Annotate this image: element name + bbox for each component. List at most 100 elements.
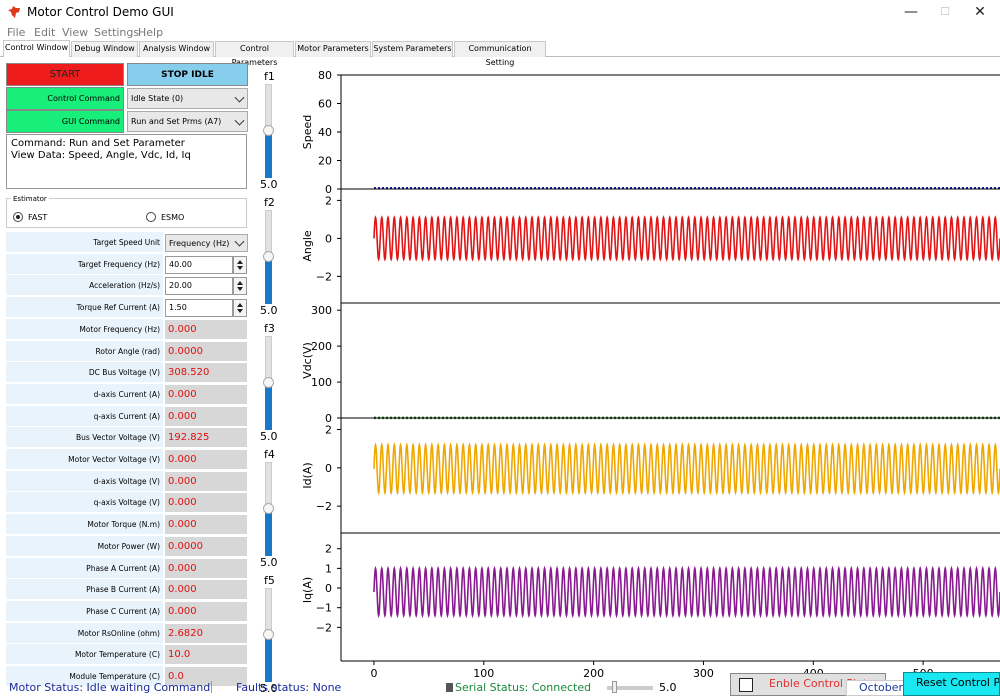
- stop-idle-button[interactable]: STOP IDLE: [127, 63, 248, 86]
- param-readout: 2.6820: [165, 623, 247, 643]
- close-button[interactable]: ✕: [957, 2, 1000, 24]
- param-row: Motor RsOnline (ohm) 2.6820: [6, 622, 248, 644]
- menu-view[interactable]: View: [62, 26, 88, 39]
- param-label: Target Speed Unit: [6, 232, 163, 253]
- param-label: d-axis Voltage (V): [6, 470, 163, 492]
- param-label: d-axis Current (A): [6, 383, 163, 405]
- spin-down-icon[interactable]: [237, 287, 243, 292]
- slider-fill: [265, 131, 272, 178]
- reset-control-plot-button[interactable]: Reset Control Plot: [903, 672, 1000, 696]
- estimator-radio-esmo[interactable]: ESMO: [146, 212, 184, 222]
- tab-control-parameters[interactable]: Control Parameters: [215, 41, 294, 67]
- tab-communication-setting[interactable]: Communication Setting: [454, 41, 546, 67]
- chevron-down-icon: [234, 92, 245, 103]
- checkbox-icon[interactable]: [739, 678, 753, 692]
- slider-thumb[interactable]: [263, 629, 274, 640]
- y-tick-label: −2: [316, 500, 332, 513]
- control-command-button[interactable]: Control Command: [6, 87, 124, 110]
- param-row: Motor Torque (N.m) 0.000: [6, 514, 248, 536]
- spin-buttons[interactable]: [233, 255, 247, 274]
- slider-label: f4: [264, 448, 275, 461]
- menu-settings[interactable]: Settings: [94, 26, 139, 39]
- param-spin-input[interactable]: 1.50: [165, 299, 233, 318]
- param-readout: 192.825: [165, 428, 247, 448]
- param-readout: 308.520: [165, 363, 247, 383]
- param-label: Motor Temperature (C): [6, 644, 163, 666]
- param-readout: 0.000: [165, 406, 247, 426]
- slider-thumb[interactable]: [263, 377, 274, 388]
- y-tick-label: 0: [325, 232, 332, 245]
- y-tick-label: 2: [325, 194, 332, 207]
- param-row: Bus Vector Voltage (V) 192.825: [6, 427, 248, 449]
- param-label: Motor Torque (N.m): [6, 514, 163, 536]
- spin-buttons[interactable]: [233, 277, 247, 296]
- param-readout: 0.000: [165, 558, 247, 578]
- x-tick-label: 200: [583, 667, 604, 680]
- param-label: Motor Frequency (Hz): [6, 318, 163, 340]
- menu-edit[interactable]: Edit: [34, 26, 55, 39]
- spin-up-icon[interactable]: [237, 281, 243, 286]
- param-row: Torque Ref Current (A) 1.50: [6, 297, 248, 319]
- param-readout: 10.0: [165, 645, 247, 665]
- spin-buttons[interactable]: [233, 299, 247, 318]
- control-command-value: Idle State (0): [131, 94, 184, 103]
- y-tick-label: 0: [325, 582, 332, 595]
- slider-thumb[interactable]: [263, 251, 274, 262]
- y-tick-label: −2: [316, 270, 332, 283]
- tab-system-parameters[interactable]: System Parameters: [372, 41, 453, 57]
- param-spin-input[interactable]: 20.00: [165, 277, 233, 296]
- status-slider-thumb[interactable]: [612, 681, 617, 693]
- menu-file[interactable]: File: [7, 26, 25, 39]
- param-label: Bus Vector Voltage (V): [6, 427, 163, 449]
- param-label: Phase C Current (A): [6, 600, 163, 622]
- series-line: [373, 565, 1000, 619]
- slider-value: 5.0: [260, 430, 278, 443]
- param-row: Motor Temperature (C) 10.0: [6, 644, 248, 666]
- window-title: Motor Control Demo GUI: [27, 5, 174, 19]
- gui-command-select[interactable]: Run and Set Prms (A7): [127, 111, 248, 132]
- y-tick-label: 100: [311, 376, 332, 389]
- menu-help[interactable]: Help: [138, 26, 163, 39]
- param-spin-input[interactable]: 40.00: [165, 255, 233, 274]
- param-label: Phase A Current (A): [6, 557, 163, 579]
- control-command-select[interactable]: Idle State (0): [127, 88, 248, 109]
- gui-command-button[interactable]: GUI Command: [6, 110, 124, 133]
- series-line: [373, 442, 1000, 496]
- estimator-fast-label: FAST: [28, 212, 48, 222]
- param-select[interactable]: Frequency (Hz): [165, 234, 248, 252]
- param-readout: 0.000: [165, 515, 247, 535]
- slider-fill: [265, 257, 272, 304]
- param-label: Motor RsOnline (ohm): [6, 622, 163, 644]
- param-readout: 0.0000: [165, 341, 247, 361]
- param-label: Rotor Angle (rad): [6, 340, 163, 362]
- radio-selected-icon: [13, 212, 23, 222]
- chevron-down-icon: [234, 236, 245, 247]
- y-tick-label: −2: [316, 621, 332, 634]
- slider-label: f3: [264, 322, 275, 335]
- slider-value: 5.0: [260, 556, 278, 569]
- slider-thumb[interactable]: [263, 503, 274, 514]
- spin-down-icon[interactable]: [237, 309, 243, 314]
- param-row: Motor Power (W) 0.0000: [6, 535, 248, 557]
- faults-status: Faults status: None: [236, 681, 342, 694]
- tab-control-window[interactable]: Control Window: [3, 40, 70, 57]
- spin-up-icon[interactable]: [237, 303, 243, 308]
- slider-label: f1: [264, 70, 275, 83]
- y-tick-label: 300: [311, 304, 332, 317]
- start-button[interactable]: START: [6, 63, 124, 86]
- slider-label: f2: [264, 196, 275, 209]
- param-label: Acceleration (Hz/s): [6, 275, 163, 297]
- estimator-radio-fast[interactable]: FAST: [13, 212, 47, 222]
- tab-debug-window[interactable]: Debug Window: [71, 41, 138, 57]
- app-window: Motor Control Demo GUI — ☐ ✕ File Edit V…: [0, 0, 1000, 696]
- tab-analysis-window[interactable]: Analysis Window: [139, 41, 214, 57]
- spin-up-icon[interactable]: [237, 259, 243, 264]
- param-label: Motor Power (W): [6, 535, 163, 557]
- param-row: Target Speed Unit Frequency (Hz): [6, 232, 248, 253]
- tab-motor-parameters[interactable]: Motor Parameters: [295, 41, 371, 57]
- param-readout: 0.000: [165, 471, 247, 491]
- spin-down-icon[interactable]: [237, 265, 243, 270]
- slider-thumb[interactable]: [263, 125, 274, 136]
- y-tick-label: 60: [318, 98, 332, 111]
- tab-bar: Control Window Debug Window Analysis Win…: [0, 40, 1000, 67]
